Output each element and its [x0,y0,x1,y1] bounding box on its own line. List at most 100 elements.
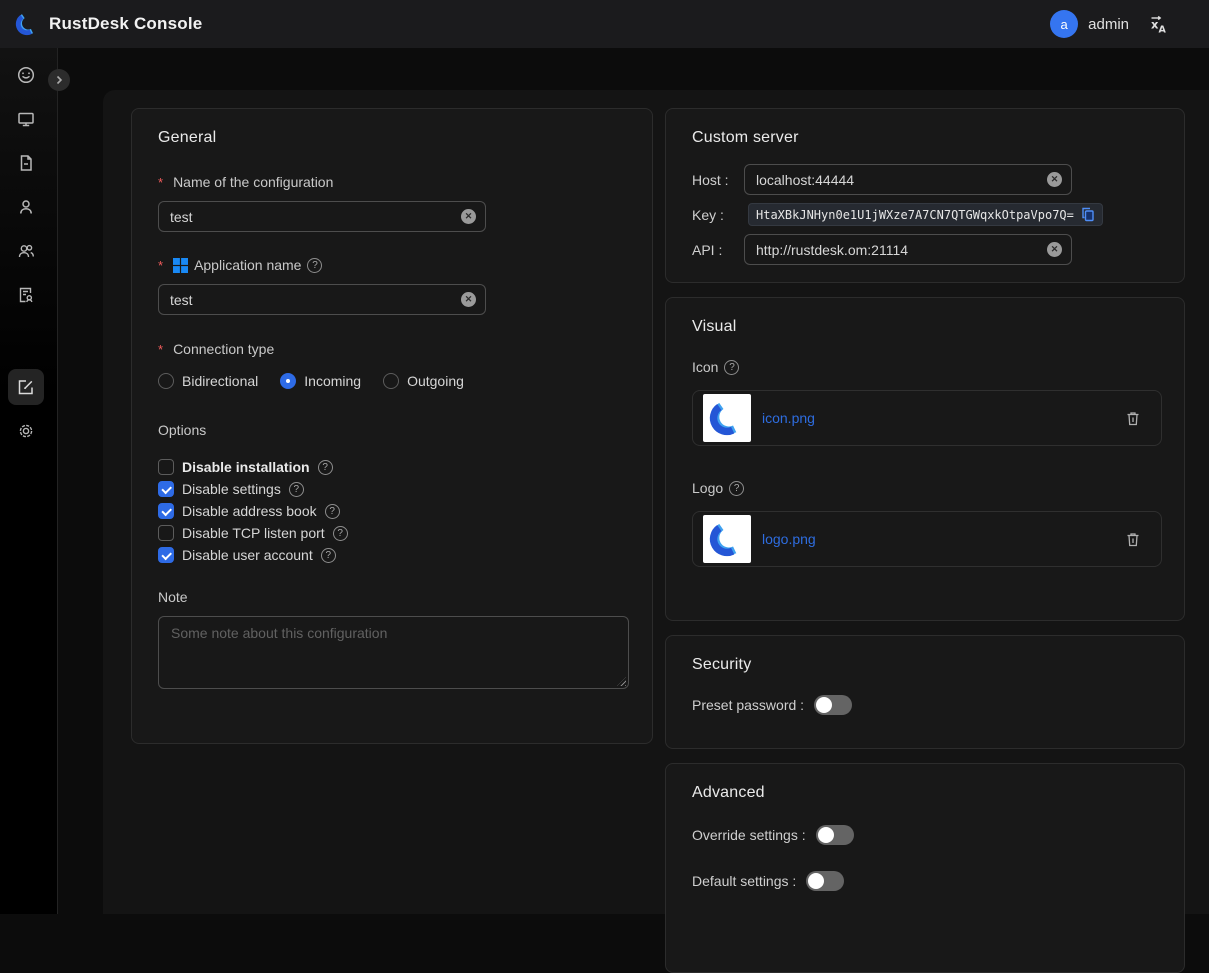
help-icon[interactable]: ? [289,482,304,497]
options-label: Options [158,422,626,438]
required-asterisk: * [158,342,163,357]
app-name-label: * Application name ? [158,257,626,273]
sidebar-item-settings[interactable] [8,413,44,449]
logo-file-link[interactable]: logo.png [762,531,1114,547]
default-settings-label: Default settings : [692,873,796,889]
default-settings-toggle[interactable] [806,871,844,891]
app-title: RustDesk Console [49,14,202,34]
sidebar-item-sessions[interactable] [8,145,44,181]
clear-icon[interactable]: ✕ [461,209,476,224]
sidebar-item-custom-client[interactable] [8,369,44,405]
option-disable-tcp-listen-port[interactable]: Disable TCP listen port ? [158,525,626,541]
sidebar-item-groups[interactable] [8,233,44,269]
avatar[interactable]: a [1050,10,1078,38]
app-name-input[interactable] [168,291,455,309]
required-asterisk: * [158,175,163,190]
sidebar-item-users[interactable] [8,189,44,225]
sidebar [0,48,58,914]
trash-icon[interactable] [1125,410,1141,427]
settings-icon [16,421,36,441]
radio-icon[interactable] [158,373,174,389]
config-name-field: ✕ [158,201,486,232]
preset-password-row: Preset password : [692,695,1158,715]
monitor-icon [16,109,36,129]
top-bar: RustDesk Console a admin x A [0,0,1209,48]
help-icon[interactable]: ? [318,460,333,475]
option-disable-address-book[interactable]: Disable address book ? [158,503,626,519]
user-icon [16,197,36,217]
advanced-card: Advanced Override settings : Default set… [665,763,1185,973]
chevron-right-icon [54,75,64,85]
sidebar-item-devices[interactable] [8,101,44,137]
username: admin [1088,16,1129,33]
key-value: HtaXBkJNHyn0e1U1jWXze7A7CN7QTGWqxkOtpaVp… [748,203,1103,226]
audit-log-icon [16,285,36,305]
checkbox-icon[interactable] [158,547,174,563]
sidebar-item-dashboard[interactable] [8,57,44,93]
required-asterisk: * [158,258,163,273]
checkbox-icon[interactable] [158,503,174,519]
logo-file-row: logo.png [692,511,1162,567]
icon-file-link[interactable]: icon.png [762,410,1114,426]
host-field: ✕ [744,164,1072,195]
svg-text:A: A [1159,25,1167,36]
security-card: Security Preset password : [665,635,1185,749]
general-title: General [158,129,626,147]
copy-icon[interactable] [1081,207,1095,222]
radio-incoming[interactable]: Incoming [280,373,361,389]
windows-icon [173,258,188,273]
user-menu[interactable]: a admin [1050,10,1129,38]
trash-icon[interactable] [1125,531,1141,548]
radio-icon[interactable] [383,373,399,389]
edit-icon [16,377,36,397]
radio-icon[interactable] [280,373,296,389]
override-settings-row: Override settings : [692,825,1158,845]
help-icon[interactable]: ? [325,504,340,519]
help-icon[interactable]: ? [729,481,744,496]
note-label: Note [158,589,626,605]
sidebar-item-audit[interactable] [8,277,44,313]
custom-server-card: Custom server Host : ✕ Key : HtaXBkJNHyn… [665,108,1185,283]
help-icon[interactable]: ? [724,360,739,375]
help-icon[interactable]: ? [307,258,322,273]
document-icon [16,153,36,173]
options-list: Disable installation ? Disable settings … [158,459,626,563]
help-icon[interactable]: ? [333,526,348,541]
logo-label: Logo [692,480,723,496]
override-settings-label: Override settings : [692,827,806,843]
config-name-input[interactable] [168,208,455,226]
logo-label-row: Logo ? [692,480,1158,496]
custom-server-title: Custom server [692,129,1158,147]
api-label: API : [692,242,744,258]
icon-label: Icon [692,359,718,375]
note-textarea[interactable] [158,616,629,689]
option-disable-installation[interactable]: Disable installation ? [158,459,626,475]
app-name-field: ✕ [158,284,486,315]
option-disable-settings[interactable]: Disable settings ? [158,481,626,497]
checkbox-icon[interactable] [158,525,174,541]
clear-icon[interactable]: ✕ [461,292,476,307]
preset-password-toggle[interactable] [814,695,852,715]
checkbox-icon[interactable] [158,459,174,475]
users-icon [16,241,36,261]
help-icon[interactable]: ? [321,548,336,563]
sidebar-expand-button[interactable] [48,69,70,91]
option-disable-user-account[interactable]: Disable user account ? [158,547,626,563]
brand: RustDesk Console [14,11,202,37]
logo-preview [703,515,751,563]
host-label: Host : [692,172,744,188]
api-input[interactable] [754,241,1041,259]
clear-icon[interactable]: ✕ [1047,172,1062,187]
radio-bidirectional[interactable]: Bidirectional [158,373,258,389]
radio-outgoing[interactable]: Outgoing [383,373,464,389]
override-settings-toggle[interactable] [816,825,854,845]
smiley-icon [16,65,36,85]
checkbox-icon[interactable] [158,481,174,497]
main-content: General * Name of the configuration ✕ * … [103,90,1209,914]
host-input[interactable] [754,171,1041,189]
translate-icon[interactable]: x A [1147,13,1169,35]
api-field: ✕ [744,234,1072,265]
icon-label-row: Icon ? [692,359,1158,375]
preset-password-label: Preset password : [692,697,804,713]
clear-icon[interactable]: ✕ [1047,242,1062,257]
